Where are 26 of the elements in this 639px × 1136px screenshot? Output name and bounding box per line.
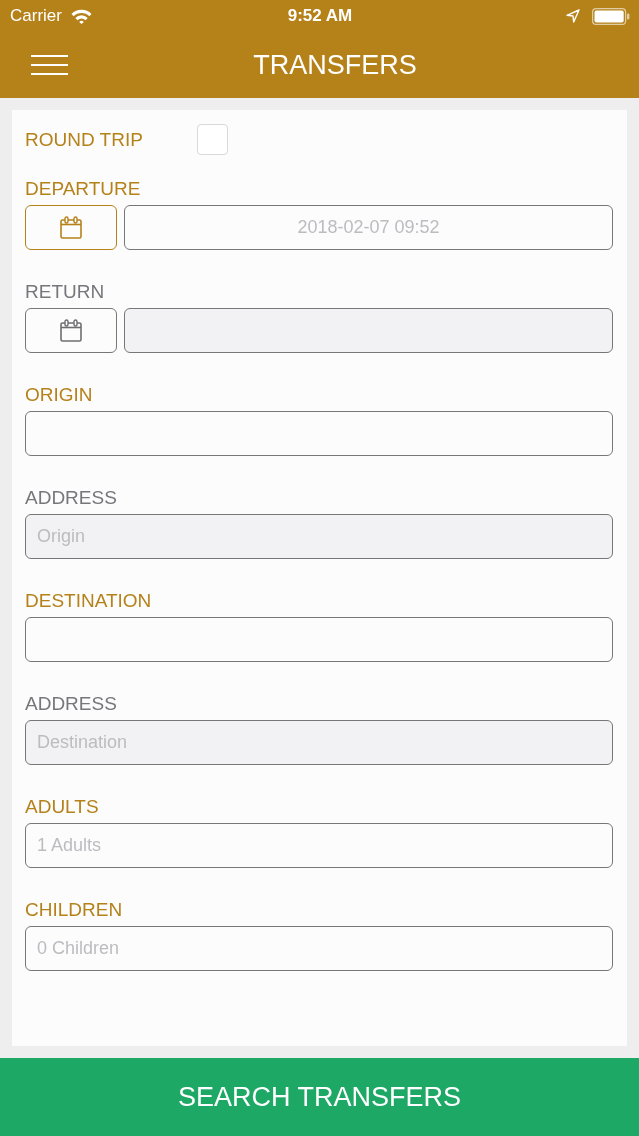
input-field[interactable]: 1 Adults — [25, 823, 613, 868]
calendar-button[interactable] — [25, 205, 117, 250]
calendar-icon — [60, 319, 82, 342]
date-field[interactable]: 2018-02-07 09:52 — [124, 205, 613, 250]
wifi-icon — [70, 8, 92, 24]
field-label: DESTINATION — [25, 590, 152, 612]
field-label: ORIGIN — [25, 384, 93, 406]
field-label: ADDRESS — [25, 693, 117, 715]
round-trip-label: ROUND TRIP — [25, 128, 144, 151]
field-label: DEPARTURE — [25, 178, 141, 200]
round-trip-checkbox[interactable] — [197, 124, 228, 155]
page-title: TRANSFERS — [253, 49, 417, 81]
carrier-text: Carrier — [10, 6, 62, 26]
menu-icon[interactable] — [31, 55, 68, 75]
battery-icon — [592, 7, 630, 25]
input-field[interactable] — [25, 617, 613, 662]
field-label: ADULTS — [25, 796, 99, 818]
calendar-icon — [60, 216, 82, 239]
field-label: RETURN — [25, 281, 105, 303]
field-label: CHILDREN — [25, 899, 123, 921]
clock-text: 9:52 AM — [287, 6, 353, 26]
input-field[interactable] — [25, 411, 613, 456]
search-transfers-button[interactable]: SEARCH TRANSFERS — [0, 1058, 639, 1136]
location-arrow-icon — [566, 9, 580, 23]
field-label: ADDRESS — [25, 487, 117, 509]
input-field[interactable]: 0 Children — [25, 926, 613, 971]
